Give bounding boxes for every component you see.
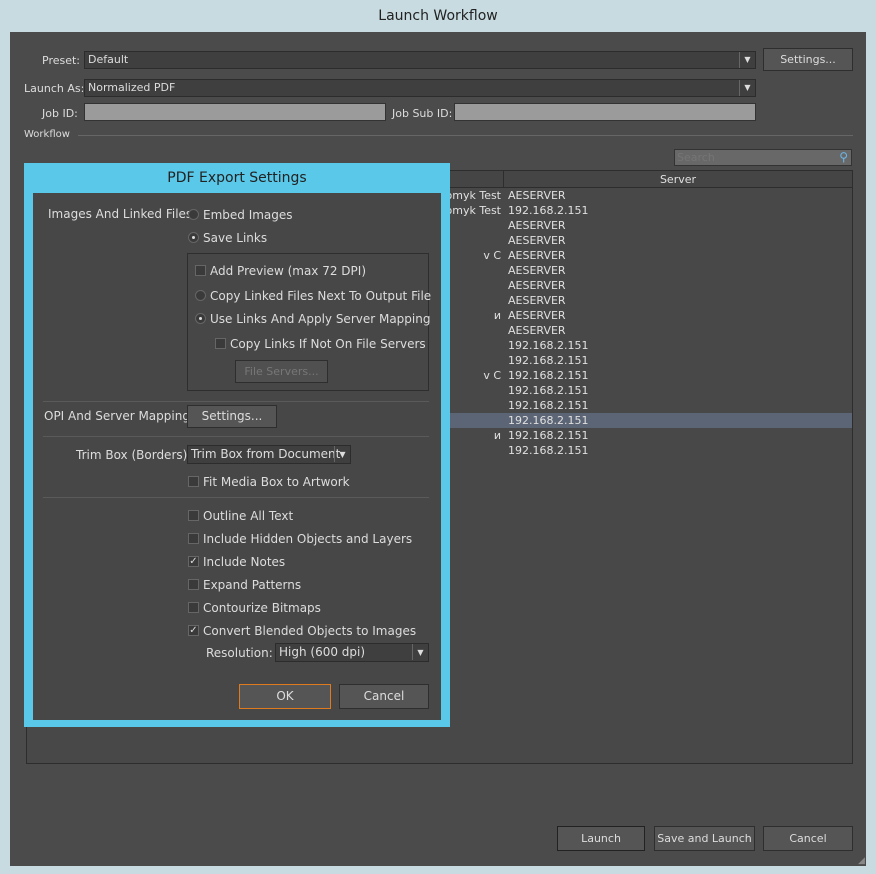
- cell-server: 192.168.2.151: [508, 414, 589, 427]
- file-servers-button[interactable]: File Servers...: [235, 360, 328, 383]
- use-links-radio[interactable]: Use Links And Apply Server Mapping: [195, 311, 430, 326]
- images-label: Images And Linked Files:: [48, 207, 197, 221]
- cell-server: 192.168.2.151: [508, 384, 589, 397]
- trim-box-value: Trim Box from Document: [191, 447, 341, 461]
- launch-as-label: Launch As:: [24, 82, 85, 95]
- convert-blended-checkbox[interactable]: ✓ Convert Blended Objects to Images: [188, 623, 416, 638]
- trim-box-select[interactable]: Trim Box from Document ▼: [187, 445, 351, 464]
- chevron-down-icon: ▼: [739, 52, 755, 68]
- cell-server: AESERVER: [508, 234, 566, 247]
- cell-server: 192.168.2.151: [508, 369, 589, 382]
- expand-patterns-checkbox[interactable]: Expand Patterns: [188, 577, 301, 592]
- launch-as-select[interactable]: Normalized PDF ▼: [84, 79, 756, 97]
- cell-server: AESERVER: [508, 324, 566, 337]
- job-sub-id-input[interactable]: [454, 103, 756, 121]
- column-header-server[interactable]: Server: [504, 171, 852, 188]
- divider: [43, 497, 429, 498]
- resolution-value: High (600 dpi): [279, 645, 366, 659]
- cell-server: AESERVER: [508, 219, 566, 232]
- cell-server: 192.168.2.151: [508, 444, 589, 457]
- cell-server: 192.168.2.151: [508, 354, 589, 367]
- preset-value: Default: [88, 53, 129, 66]
- save-links-radio[interactable]: Save Links: [188, 230, 267, 245]
- search-box[interactable]: ⚲: [674, 149, 852, 166]
- outline-text-checkbox[interactable]: Outline All Text: [188, 508, 293, 523]
- fit-media-box-checkbox[interactable]: Fit Media Box to Artwork: [188, 474, 350, 489]
- add-preview-checkbox[interactable]: Add Preview (max 72 DPI): [195, 263, 366, 278]
- chevron-down-icon: ▼: [739, 80, 755, 96]
- window-title: Launch Workflow: [378, 8, 498, 24]
- dialog-title: PDF Export Settings: [167, 170, 307, 186]
- include-hidden-checkbox[interactable]: Include Hidden Objects and Layers: [188, 531, 412, 546]
- divider: [43, 436, 429, 437]
- opi-label: OPI And Server Mapping:: [44, 409, 194, 423]
- preset-label: Preset:: [42, 54, 81, 67]
- workflow-label: Workflow: [24, 129, 70, 140]
- launch-button[interactable]: Launch: [557, 826, 645, 851]
- preset-settings-button[interactable]: Settings...: [763, 48, 853, 71]
- divider: [43, 401, 429, 402]
- embed-images-radio[interactable]: Embed Images: [188, 207, 293, 222]
- resize-grip-icon[interactable]: ◢: [858, 856, 865, 866]
- save-and-launch-button[interactable]: Save and Launch: [654, 826, 755, 851]
- job-id-input[interactable]: [84, 103, 386, 121]
- contourize-checkbox[interactable]: Contourize Bitmaps: [188, 600, 321, 615]
- chevron-down-icon: ▼: [334, 446, 350, 462]
- cell-server: AESERVER: [508, 279, 566, 292]
- search-icon: ⚲: [839, 150, 848, 164]
- cell-server: AESERVER: [508, 264, 566, 277]
- include-notes-checkbox[interactable]: ✓ Include Notes: [188, 554, 285, 569]
- copy-linked-files-radio[interactable]: Copy Linked Files Next To Output File: [195, 288, 431, 303]
- dialog-cancel-button[interactable]: Cancel: [339, 684, 429, 709]
- cell-server: AESERVER: [508, 189, 566, 202]
- pdf-export-settings-dialog: PDF Export Settings Images And Linked Fi…: [24, 163, 450, 727]
- opi-settings-button[interactable]: Settings...: [187, 405, 277, 428]
- cell-server: AESERVER: [508, 294, 566, 307]
- dialog-body: Images And Linked Files: Embed Images Sa…: [33, 193, 441, 720]
- cell-server: 192.168.2.151: [508, 429, 589, 442]
- chevron-down-icon: ▼: [412, 644, 428, 660]
- job-id-label: Job ID:: [42, 107, 78, 120]
- copy-links-not-on-servers-checkbox[interactable]: Copy Links If Not On File Servers: [215, 336, 426, 351]
- cell-server: AESERVER: [508, 309, 566, 322]
- ok-button[interactable]: OK: [239, 684, 331, 709]
- preset-select[interactable]: Default ▼: [84, 51, 756, 69]
- launch-as-value: Normalized PDF: [88, 81, 176, 94]
- job-sub-id-label: Job Sub ID:: [392, 107, 453, 120]
- divider: [78, 135, 853, 136]
- cell-server: 192.168.2.151: [508, 339, 589, 352]
- search-input[interactable]: [675, 150, 825, 165]
- cell-server: AESERVER: [508, 249, 566, 262]
- cancel-button[interactable]: Cancel: [763, 826, 853, 851]
- cell-server: 192.168.2.151: [508, 399, 589, 412]
- cell-server: 192.168.2.151: [508, 204, 589, 217]
- resolution-select[interactable]: High (600 dpi) ▼: [275, 643, 429, 662]
- resolution-label: Resolution:: [206, 646, 273, 660]
- trim-box-label: Trim Box (Borders):: [76, 448, 192, 462]
